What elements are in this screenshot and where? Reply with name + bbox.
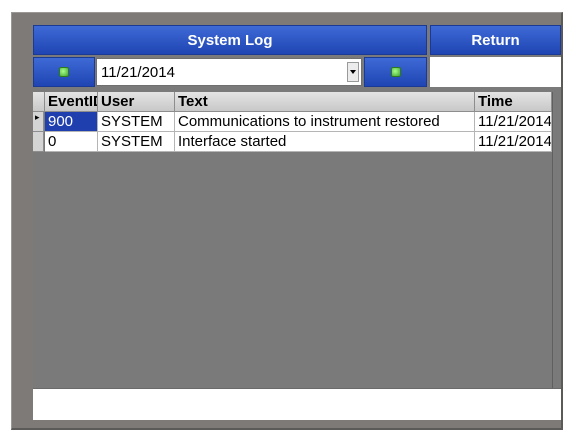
- column-header-time[interactable]: Time: [475, 92, 552, 112]
- date-select[interactable]: 11/21/2014: [96, 58, 362, 86]
- table-cell-user[interactable]: SYSTEM: [98, 112, 175, 132]
- page-title: System Log: [33, 25, 427, 55]
- table-cell-time[interactable]: 11/21/2014: [475, 112, 552, 132]
- column-header-eventid[interactable]: EventID: [45, 92, 98, 112]
- row-selector[interactable]: [33, 132, 44, 152]
- table-cell-time[interactable]: 11/21/2014: [475, 132, 552, 152]
- green-square-icon: [59, 67, 69, 77]
- row-header-corner: [33, 92, 45, 112]
- status-bar: [33, 388, 561, 420]
- blank-cell: [430, 57, 561, 87]
- dropdown-button[interactable]: [347, 62, 359, 82]
- table-cell-text[interactable]: Interface started: [175, 132, 475, 152]
- table-cell-text[interactable]: Communications to instrument restored: [175, 112, 475, 132]
- column-header-user[interactable]: User: [98, 92, 175, 112]
- date-value: 11/21/2014: [101, 64, 175, 81]
- row-selector[interactable]: ▸: [33, 112, 44, 132]
- grid-scrollbar[interactable]: [552, 92, 561, 388]
- table-cell-eventid[interactable]: 0: [45, 132, 98, 152]
- next-date-button[interactable]: [364, 57, 427, 87]
- table-cell-eventid[interactable]: 900: [45, 112, 98, 132]
- table-cell-user[interactable]: SYSTEM: [98, 132, 175, 152]
- previous-date-button[interactable]: [33, 57, 95, 87]
- green-square-icon: [390, 67, 401, 77]
- column-header-text[interactable]: Text: [175, 92, 475, 112]
- return-button[interactable]: Return: [430, 25, 561, 55]
- chevron-down-icon: [350, 70, 356, 74]
